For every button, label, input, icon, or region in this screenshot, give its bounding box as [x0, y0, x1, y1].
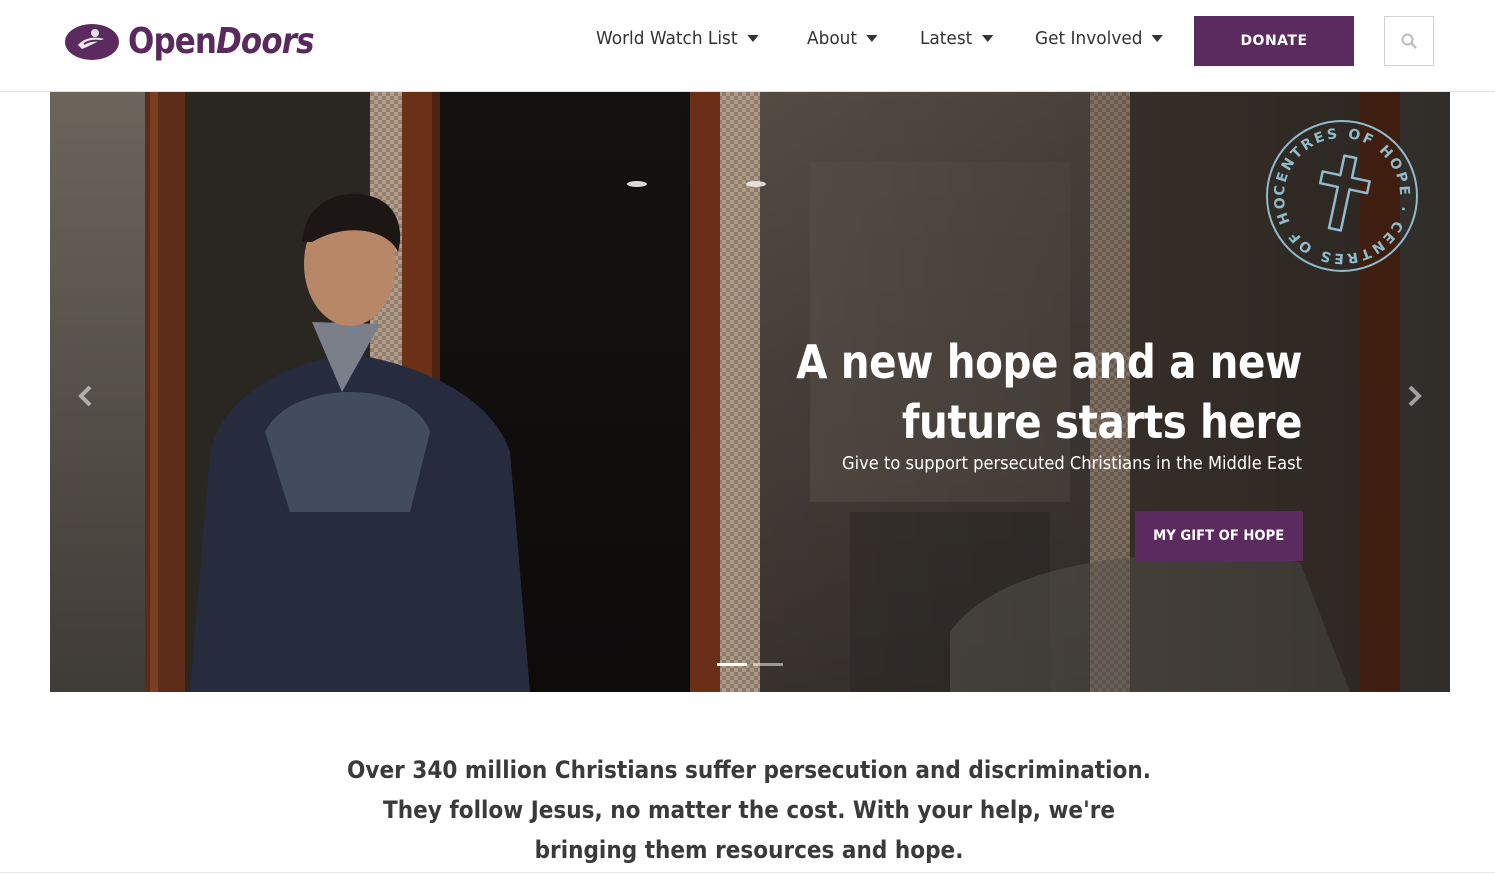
nav-latest[interactable]: Latest	[920, 28, 993, 49]
logo-word-open: Open	[128, 20, 217, 62]
chevron-down-icon	[865, 35, 878, 42]
main-nav: World Watch List About Latest Get Involv…	[596, 28, 1172, 49]
chevron-left-icon	[78, 385, 92, 407]
hero-subtitle: Give to support persecuted Christians in…	[842, 454, 1302, 474]
my-gift-of-hope-button[interactable]: MY GIFT OF HOPE	[1135, 511, 1303, 561]
chevron-down-icon	[981, 35, 993, 42]
carousel-next-button[interactable]	[1396, 378, 1432, 414]
nav-latest-label: Latest	[919, 28, 973, 49]
section-divider	[0, 872, 1495, 873]
intro-text: Over 340 million Christians suffer perse…	[347, 756, 1151, 864]
hero-title: A new hope and a new future starts here	[756, 332, 1302, 452]
logo-wordmark: OpenDoors	[128, 20, 315, 62]
hero-title-line-2: future starts here	[901, 395, 1303, 449]
carousel-indicator-1[interactable]	[717, 663, 747, 666]
cross-icon	[1318, 154, 1371, 232]
hero-carousel: CENTRES OF HOPE · CENTRES OF HOPE · A ne…	[50, 92, 1450, 692]
donate-button[interactable]: DONATE	[1194, 16, 1354, 66]
nav-about-label: About	[806, 28, 857, 49]
svg-text:CENTRES OF HOPE · CENTRES OF H: CENTRES OF HOPE · CENTRES OF HOPE ·	[1264, 118, 1412, 266]
nav-about[interactable]: About	[807, 28, 878, 49]
intro-statement: Over 340 million Christians suffer perse…	[300, 750, 1198, 870]
chevron-down-icon	[1152, 35, 1164, 42]
nav-world-watch-list[interactable]: World Watch List	[596, 28, 759, 49]
nav-get-involved-label: Get Involved	[1035, 28, 1143, 49]
hero-title-line-1: A new hope and a new	[796, 335, 1302, 389]
carousel-indicator-2[interactable]	[753, 663, 783, 666]
badge-text: CENTRES OF HOPE · CENTRES OF HOPE ·	[1264, 118, 1410, 266]
search-button[interactable]	[1384, 16, 1434, 66]
open-doors-logo-icon	[65, 24, 119, 60]
nav-get-involved[interactable]: Get Involved	[1035, 28, 1164, 49]
carousel-prev-button[interactable]	[68, 378, 104, 414]
chevron-right-icon	[1408, 385, 1422, 407]
logo-word-doors: Doors	[216, 20, 314, 62]
centres-of-hope-badge: CENTRES OF HOPE · CENTRES OF HOPE ·	[1264, 118, 1418, 272]
site-header: OpenDoors World Watch List About Latest …	[0, 0, 1495, 92]
chevron-down-icon	[746, 35, 759, 42]
carousel-indicators	[717, 663, 783, 666]
open-doors-logo[interactable]: OpenDoors	[64, 16, 344, 66]
nav-world-watch-list-label: World Watch List	[596, 28, 738, 49]
hero-cta-label: MY GIFT OF HOPE	[1153, 528, 1285, 544]
search-icon	[1401, 33, 1417, 49]
